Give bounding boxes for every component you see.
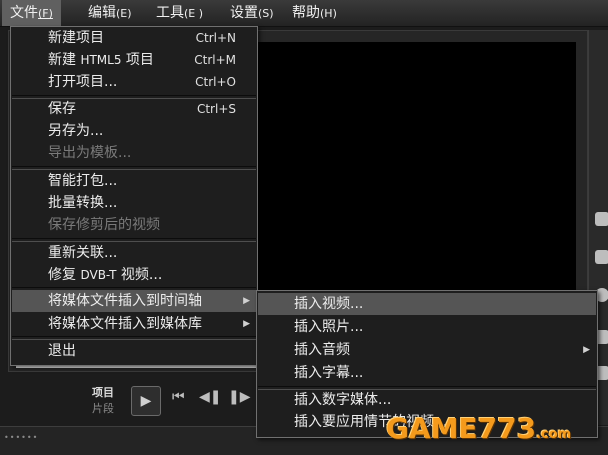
clip-mode-label[interactable]: 片段 — [92, 400, 114, 416]
menu-file-label: 文件 — [10, 5, 38, 21]
menu-item-label: 重新关联... — [48, 245, 118, 261]
submenu-arrow-icon: ▶ — [583, 345, 590, 355]
menu-item-label: 退出 — [48, 343, 76, 359]
menu-item-label-part: HTML5 — [80, 53, 122, 67]
menu-bar: 文件(F) 编辑(E) 工具(E ) 设置(S) 帮助(H) — [0, 0, 608, 27]
menu-tools-accel: (E ) — [184, 7, 204, 20]
file-menu-dropdown: 新建项目 Ctrl+N 新建 HTML5 项目 Ctrl+M 打开项目... C… — [10, 26, 258, 366]
menu-item-exit[interactable]: 退出 — [12, 340, 256, 362]
watermark-text: GAME773 — [386, 412, 537, 445]
watermark-domain: .com — [536, 427, 572, 442]
menu-tools[interactable]: 工具(E ) — [148, 0, 211, 26]
menu-item-label: 修复 DVB-T 视频... — [48, 264, 162, 286]
menu-item-label: 批量转换... — [48, 195, 118, 211]
menu-item-smart-package[interactable]: 智能打包... — [12, 170, 256, 192]
panel-button-2[interactable] — [595, 250, 608, 264]
menu-item-label: 智能打包... — [48, 173, 118, 189]
menu-item-repair-dvbt[interactable]: 修复 DVB-T 视频... — [12, 264, 256, 286]
skip-to-start-icon[interactable]: ⏮ — [172, 389, 185, 405]
menu-help[interactable]: 帮助(H) — [284, 0, 345, 26]
menu-item-label: 插入字幕... — [294, 365, 364, 381]
menu-item-label-part: 新建 — [48, 52, 81, 68]
menu-item-shortcut: Ctrl+N — [195, 31, 236, 45]
menu-item-shortcut: Ctrl+O — [195, 75, 236, 89]
menu-edit-accel: (E) — [116, 7, 132, 20]
menu-help-accel: (H) — [320, 7, 337, 20]
menu-settings-accel: (S) — [258, 7, 274, 20]
menu-item-label: 将媒体文件插入到时间轴 — [48, 293, 202, 309]
menu-item-new-project[interactable]: 新建项目 Ctrl+N — [12, 27, 256, 49]
grip-dots-icon: •••••• — [4, 433, 39, 442]
menu-item-label: 另存为... — [48, 123, 104, 139]
menu-item-save[interactable]: 保存 Ctrl+S — [12, 98, 256, 120]
menu-item-insert-to-library[interactable]: 将媒体文件插入到媒体库 ▶ — [12, 313, 256, 335]
step-forward-icon[interactable]: ❚▶ — [228, 389, 251, 405]
menu-file-accel: (F) — [38, 7, 53, 20]
menu-item-label-part: 视频... — [116, 267, 163, 283]
menu-item-label-part: 修复 — [48, 267, 81, 283]
menu-item-new-html5-project[interactable]: 新建 HTML5 项目 Ctrl+M — [12, 49, 256, 71]
menu-item-export-template: 导出为模板... — [12, 142, 256, 164]
menu-item-insert-digital-media[interactable]: 插入数字媒体... — [258, 389, 596, 411]
menu-item-batch-convert[interactable]: 批量转换... — [12, 192, 256, 214]
menu-item-insert-audio[interactable]: 插入音频 ▶ — [258, 339, 596, 361]
menu-item-open-project[interactable]: 打开项目... Ctrl+O — [12, 71, 256, 93]
menu-item-label: 插入数字媒体... — [294, 392, 392, 408]
menu-item-insert-subtitle[interactable]: 插入字幕... — [258, 362, 596, 384]
menu-item-shortcut: Ctrl+S — [196, 102, 236, 116]
project-mode-label[interactable]: 项目 — [92, 384, 114, 400]
menu-item-label: 新建项目 — [48, 30, 104, 46]
menu-help-label: 帮助 — [292, 5, 320, 21]
menu-item-insert-photo[interactable]: 插入照片... — [258, 316, 596, 338]
submenu-arrow-icon: ▶ — [243, 296, 250, 306]
menu-settings-label: 设置 — [230, 5, 258, 21]
menu-item-label: 保存修剪后的视频 — [48, 217, 160, 233]
submenu-arrow-icon: ▶ — [243, 319, 250, 329]
menu-item-insert-to-timeline[interactable]: 将媒体文件插入到时间轴 ▶ — [12, 290, 256, 312]
play-button[interactable]: ▶ — [131, 386, 161, 416]
menu-item-label: 插入音频 — [294, 342, 350, 358]
menu-item-shortcut: Ctrl+M — [194, 53, 236, 67]
menu-item-label: 插入照片... — [294, 319, 364, 335]
menu-edit-label: 编辑 — [88, 5, 116, 21]
menu-item-label: 导出为模板... — [48, 145, 132, 161]
panel-button-1[interactable] — [595, 212, 608, 226]
menu-item-label: 打开项目... — [48, 74, 118, 90]
step-back-icon[interactable]: ◀❚ — [199, 389, 222, 405]
menu-file[interactable]: 文件(F) — [2, 0, 61, 26]
play-icon: ▶ — [140, 393, 152, 409]
menu-edit[interactable]: 编辑(E) — [80, 0, 140, 26]
menu-item-label-part: 项目 — [121, 52, 154, 68]
menu-settings[interactable]: 设置(S) — [222, 0, 282, 26]
menu-item-insert-video[interactable]: 插入视频... — [258, 293, 596, 315]
menu-item-relink[interactable]: 重新关联... — [12, 242, 256, 264]
menu-item-label: 将媒体文件插入到媒体库 — [48, 316, 202, 332]
menu-tools-label: 工具 — [156, 5, 184, 21]
menu-item-save-trimmed-video: 保存修剪后的视频 — [12, 214, 256, 236]
menu-item-label: 保存 — [48, 101, 76, 117]
site-watermark-logo: GAME773.com — [386, 412, 571, 446]
menu-item-label-part: DVB-T — [80, 268, 117, 282]
menu-item-label: 插入视频... — [294, 296, 364, 312]
menu-item-save-as[interactable]: 另存为... — [12, 120, 256, 142]
menu-item-label: 新建 HTML5 项目 — [48, 49, 154, 71]
